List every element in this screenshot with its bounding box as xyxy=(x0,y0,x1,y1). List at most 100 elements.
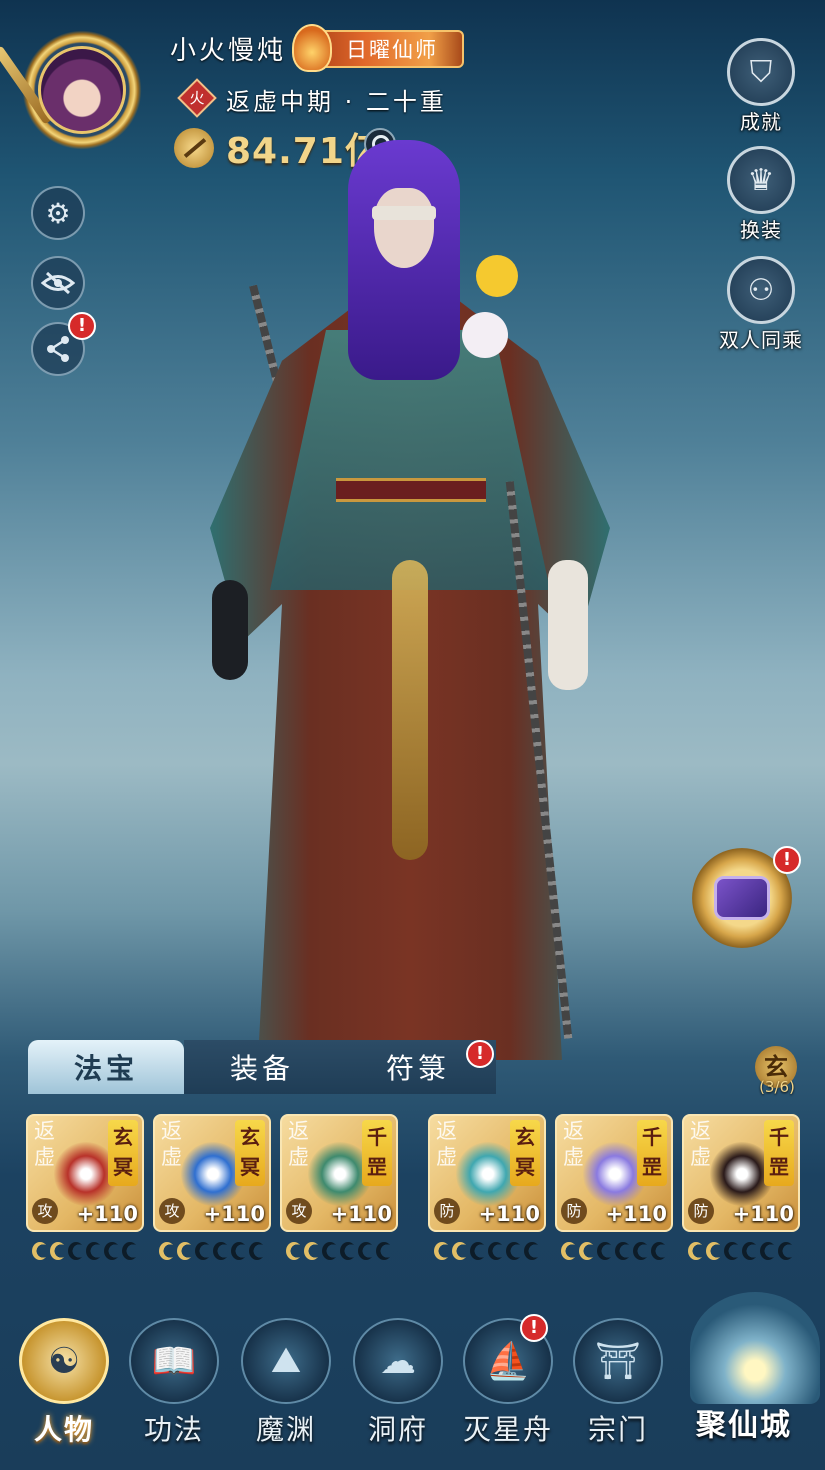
star-rating xyxy=(434,1242,540,1260)
grade-set-count: (3/6) xyxy=(759,1078,795,1096)
cave-dwelling-icon: ☁ xyxy=(353,1318,443,1404)
nav-alert-badge: ! xyxy=(520,1314,548,1342)
settings-button[interactable]: ⚙ xyxy=(31,186,85,240)
talisman-alert-badge: ! xyxy=(466,1040,494,1068)
nav-label: 洞府 xyxy=(367,1413,428,1446)
treasure-card[interactable]: 返虚 千罡攻 +110 xyxy=(280,1114,398,1232)
moon-star-empty-icon xyxy=(231,1242,247,1260)
outfit-label: 换装 xyxy=(740,218,782,242)
moon-star-filled-icon xyxy=(561,1242,577,1260)
moon-star-empty-icon xyxy=(376,1242,392,1260)
duck-pet-icon xyxy=(476,255,518,297)
moon-star-empty-icon xyxy=(615,1242,631,1260)
treasure-card[interactable]: 返虚 玄冥防 +110 xyxy=(428,1114,546,1232)
moon-star-filled-icon xyxy=(286,1242,302,1260)
dual-ride-entry[interactable]: ⚇ 双人同乘 xyxy=(704,256,818,353)
card-level: +110 xyxy=(605,1202,667,1226)
moon-star-empty-icon xyxy=(488,1242,504,1260)
nav-label: 功法 xyxy=(143,1413,204,1446)
moon-star-empty-icon xyxy=(760,1242,776,1260)
treasure-card[interactable]: 返虚 千罡防 +110 xyxy=(555,1114,673,1232)
moon-star-filled-icon xyxy=(32,1242,48,1260)
nav-character[interactable]: ☯ 人物 xyxy=(14,1318,114,1448)
card-type: 攻 xyxy=(159,1198,185,1224)
dual-ride-label: 双人同乘 xyxy=(719,328,803,352)
abyss-icon: ⛰ xyxy=(241,1318,331,1404)
moon-star-filled-icon xyxy=(177,1242,193,1260)
card-grade: 玄冥 xyxy=(510,1120,540,1186)
cultivation-realm: 返虚中期 · 二十重 xyxy=(226,88,447,116)
achievement-shield-icon: ⛉ xyxy=(727,38,795,106)
share-icon xyxy=(47,336,69,362)
card-grade: 千罡 xyxy=(362,1120,392,1186)
card-level: +110 xyxy=(478,1202,540,1226)
nav-label: 灭星舟 xyxy=(462,1413,553,1446)
moon-star-filled-icon xyxy=(579,1242,595,1260)
star-rating xyxy=(688,1242,794,1260)
player-name: 小火慢炖 xyxy=(170,36,287,66)
moon-star-empty-icon xyxy=(597,1242,613,1260)
two-riders-icon: ⚇ xyxy=(727,256,795,324)
nav-cave-dwelling[interactable]: ☁ 洞府 xyxy=(348,1318,448,1448)
flame-emblem-icon xyxy=(292,24,332,72)
tab-treasure[interactable]: 法宝 xyxy=(28,1040,184,1094)
moon-star-filled-icon xyxy=(434,1242,450,1260)
share-alert-badge: ! xyxy=(68,312,96,340)
achievement-entry[interactable]: ⛉ 成就 xyxy=(716,38,806,135)
character-pendant xyxy=(392,560,428,860)
card-level: +110 xyxy=(330,1202,392,1226)
character-belt xyxy=(336,478,486,502)
gear-icon: ⚙ xyxy=(45,196,71,230)
element-label: 火 xyxy=(189,89,205,107)
moon-star-empty-icon xyxy=(470,1242,486,1260)
nav-label: 宗门 xyxy=(587,1413,648,1446)
moon-star-empty-icon xyxy=(358,1242,374,1260)
moon-star-empty-icon xyxy=(724,1242,740,1260)
moon-star-empty-icon xyxy=(86,1242,102,1260)
card-type: 防 xyxy=(561,1198,587,1224)
moon-star-filled-icon xyxy=(159,1242,175,1260)
moon-star-filled-icon xyxy=(688,1242,704,1260)
moon-star-filled-icon xyxy=(304,1242,320,1260)
sect-pavilion-icon: ⛩ xyxy=(573,1318,663,1404)
nav-sect-pavilion[interactable]: ⛩ 宗门 xyxy=(568,1318,668,1448)
equipment-tabs: 法宝 装备 符箓 xyxy=(28,1040,496,1094)
outfit-entry[interactable]: ♛ 换装 xyxy=(716,146,806,243)
moon-star-empty-icon xyxy=(322,1242,338,1260)
nav-label: 魔渊 xyxy=(255,1413,316,1446)
moon-star-empty-icon xyxy=(633,1242,649,1260)
star-rating xyxy=(159,1242,265,1260)
character-face xyxy=(374,188,434,268)
card-grade: 千罡 xyxy=(764,1120,794,1186)
combat-power-icon xyxy=(174,128,214,168)
card-grade: 千罡 xyxy=(637,1120,667,1186)
star-rating xyxy=(286,1242,392,1260)
moon-star-empty-icon xyxy=(524,1242,540,1260)
nav-technique-book[interactable]: 📖 功法 xyxy=(124,1318,224,1448)
card-type: 攻 xyxy=(32,1198,58,1224)
treasure-card[interactable]: 返虚 玄冥攻 +110 xyxy=(26,1114,144,1232)
treasure-gem-icon xyxy=(714,876,770,920)
nav-abyss[interactable]: ⛰ 魔渊 xyxy=(236,1318,336,1448)
hide-ui-button[interactable] xyxy=(31,256,85,310)
moon-star-empty-icon xyxy=(249,1242,265,1260)
character-bandaged-hand xyxy=(548,560,588,690)
moon-star-empty-icon xyxy=(122,1242,138,1260)
nav-label: 人物 xyxy=(33,1413,94,1446)
card-level: +110 xyxy=(732,1202,794,1226)
moon-star-empty-icon xyxy=(340,1242,356,1260)
immortal-city-button[interactable]: 聚仙城 xyxy=(682,1292,825,1443)
moon-star-empty-icon xyxy=(104,1242,120,1260)
moon-star-empty-icon xyxy=(195,1242,211,1260)
treasure-card[interactable]: 返虚 千罡防 +110 xyxy=(682,1114,800,1232)
card-grade: 玄冥 xyxy=(108,1120,138,1186)
character-icon: ☯ xyxy=(19,1318,109,1404)
eye-slash-icon xyxy=(41,271,75,295)
moon-star-empty-icon xyxy=(213,1242,229,1260)
treasure-card[interactable]: 返虚 玄冥攻 +110 xyxy=(153,1114,271,1232)
star-rating xyxy=(32,1242,138,1260)
tab-equipment[interactable]: 装备 xyxy=(184,1040,340,1094)
character-blindfold xyxy=(372,206,436,220)
card-type: 攻 xyxy=(286,1198,312,1224)
avatar[interactable] xyxy=(38,46,126,134)
